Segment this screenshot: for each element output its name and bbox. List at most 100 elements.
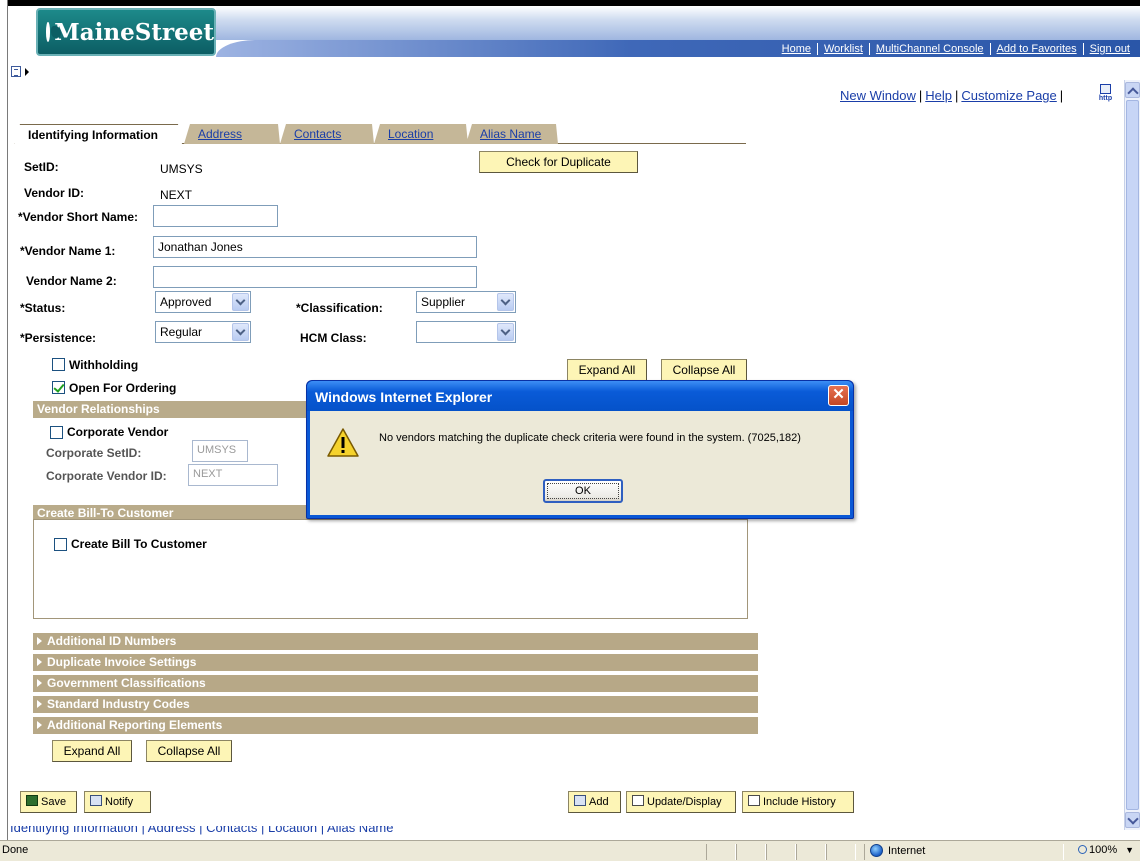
tab-address[interactable]: Address: [184, 124, 280, 144]
chevron-down-icon[interactable]: [232, 293, 249, 311]
zoom-control[interactable]: 100% ▼: [1078, 844, 1134, 856]
expand-arrow-icon: [37, 700, 42, 708]
update-display-button[interactable]: Update/Display: [626, 791, 736, 813]
scroll-up-button[interactable]: [1125, 82, 1140, 98]
tab-location[interactable]: Location: [374, 124, 468, 144]
persistence-value: Regular: [160, 325, 203, 339]
ok-button[interactable]: OK: [543, 479, 623, 503]
tab-alias-name[interactable]: Alias Name: [466, 124, 558, 144]
corporate-vendor-id-label: Corporate Vendor ID:: [46, 469, 167, 483]
add-icon: [574, 795, 586, 806]
additional-id-numbers-section[interactable]: Additional ID Numbers: [33, 633, 758, 650]
check-for-duplicate-button[interactable]: Check for Duplicate: [479, 151, 638, 173]
withholding-checkbox[interactable]: [52, 358, 65, 371]
security-zone: Internet: [870, 844, 925, 857]
vendor-short-name-input[interactable]: [153, 205, 278, 227]
scroll-down-button[interactable]: [1125, 812, 1140, 828]
close-icon[interactable]: ✕: [828, 385, 849, 406]
create-bill-to-customer-label: Create Bill To Customer: [71, 537, 207, 551]
zoom-icon: [1078, 845, 1087, 854]
expand-arrow-icon: [37, 637, 42, 645]
status-bar: Done Internet 100% ▼: [0, 840, 1140, 861]
nav-sign-out-link[interactable]: Sign out: [1084, 43, 1136, 55]
classification-label: *Classification:: [296, 301, 383, 315]
chevron-down-icon[interactable]: [497, 323, 514, 341]
corporate-vendor-checkbox[interactable]: [50, 426, 63, 439]
nav-add-to-favorites-link[interactable]: Add to Favorites: [991, 42, 1084, 55]
logo-text: MaineStreet: [54, 18, 214, 46]
tab-contacts[interactable]: Contacts: [280, 124, 374, 144]
dialog-body: No vendors matching the duplicate check …: [310, 411, 850, 515]
vendor-short-name-label: *Vendor Short Name:: [18, 210, 139, 224]
alert-dialog: Windows Internet Explorer ✕ No vendors m…: [306, 380, 854, 519]
save-button[interactable]: Save: [20, 791, 77, 813]
window-frame-left: [0, 0, 8, 840]
status-select[interactable]: Approved: [155, 291, 251, 313]
nav-home-link[interactable]: Home: [776, 42, 818, 55]
setid-value: UMSYS: [160, 162, 203, 176]
corporate-vendor-label: Corporate Vendor: [67, 425, 169, 439]
withholding-label: Withholding: [69, 358, 139, 372]
http-url-icon[interactable]: http: [1097, 84, 1114, 104]
notify-button[interactable]: Notify: [84, 791, 151, 813]
duplicate-invoice-settings-section[interactable]: Duplicate Invoice Settings: [33, 654, 758, 671]
collapse-all-button[interactable]: Collapse All: [661, 359, 747, 381]
expand-all-button[interactable]: Expand All: [567, 359, 647, 381]
vertical-scrollbar[interactable]: [1124, 80, 1140, 830]
create-bill-to-panel: [33, 519, 748, 619]
hcm-class-label: HCM Class:: [300, 331, 367, 345]
hcm-class-select[interactable]: [416, 321, 516, 343]
vendor-id-label: Vendor ID:: [24, 186, 85, 200]
setid-label: SetID:: [24, 160, 59, 174]
open-for-ordering-label: Open For Ordering: [69, 381, 177, 395]
menu-toggle-icon[interactable]: [11, 66, 33, 78]
vendor-relationships-header: Vendor Relationships: [33, 401, 308, 418]
globe-icon: [870, 844, 883, 857]
save-icon: [26, 795, 38, 806]
maine-map-icon: [46, 22, 63, 42]
persistence-select[interactable]: Regular: [155, 321, 251, 343]
corporate-vendor-id-input[interactable]: NEXT: [188, 464, 278, 486]
new-window-link[interactable]: New Window: [840, 88, 916, 103]
help-link[interactable]: Help: [925, 88, 952, 103]
vendor-name-2-input[interactable]: [153, 266, 477, 288]
classification-value: Supplier: [421, 295, 466, 309]
scroll-thumb[interactable]: [1126, 100, 1139, 810]
header-nav: Home Worklist MultiChannel Console Add t…: [216, 40, 1140, 57]
persistence-label: *Persistence:: [20, 331, 97, 345]
chevron-down-icon[interactable]: [232, 323, 249, 341]
bottom-expand-all-button[interactable]: Expand All: [52, 740, 132, 762]
update-display-icon: [632, 795, 644, 806]
expand-arrow-icon: [37, 679, 42, 687]
standard-industry-codes-section[interactable]: Standard Industry Codes: [33, 696, 758, 713]
nav-worklist-link[interactable]: Worklist: [818, 42, 870, 55]
zoom-caret-icon[interactable]: ▼: [1125, 845, 1134, 855]
notify-icon: [90, 795, 102, 806]
warning-icon: [327, 428, 359, 457]
chevron-down-icon[interactable]: [497, 293, 514, 311]
open-for-ordering-checkbox[interactable]: [52, 381, 65, 394]
header-band: [216, 6, 1140, 40]
expand-arrow-icon: [37, 658, 42, 666]
vendor-name-1-input[interactable]: Jonathan Jones: [153, 236, 477, 258]
mainestreet-logo[interactable]: MaineStreet: [36, 8, 216, 56]
vendor-name-2-label: Vendor Name 2:: [26, 274, 117, 288]
corporate-setid-input[interactable]: UMSYS: [192, 440, 248, 462]
dialog-title: Windows Internet Explorer: [307, 381, 853, 411]
nav-multichannel-console-link[interactable]: MultiChannel Console: [870, 42, 991, 55]
create-bill-to-customer-checkbox[interactable]: [54, 538, 67, 551]
add-button[interactable]: Add: [568, 791, 621, 813]
bottom-page-links: Identifying Information | Address | Cont…: [10, 826, 394, 835]
status-value: Approved: [160, 295, 212, 309]
additional-reporting-elements-section[interactable]: Additional Reporting Elements: [33, 717, 758, 734]
customize-page-link[interactable]: Customize Page: [961, 88, 1056, 103]
page-links: New Window | Help | Customize Page |: [840, 88, 1064, 103]
status-text: Done: [2, 844, 29, 856]
include-history-button[interactable]: Include History: [742, 791, 854, 813]
classification-select[interactable]: Supplier: [416, 291, 516, 313]
corporate-setid-label: Corporate SetID:: [46, 446, 142, 460]
bottom-collapse-all-button[interactable]: Collapse All: [146, 740, 232, 762]
tab-identifying-information[interactable]: Identifying Information: [14, 124, 182, 144]
expand-arrow-icon: [37, 721, 42, 729]
government-classifications-section[interactable]: Government Classifications: [33, 675, 758, 692]
